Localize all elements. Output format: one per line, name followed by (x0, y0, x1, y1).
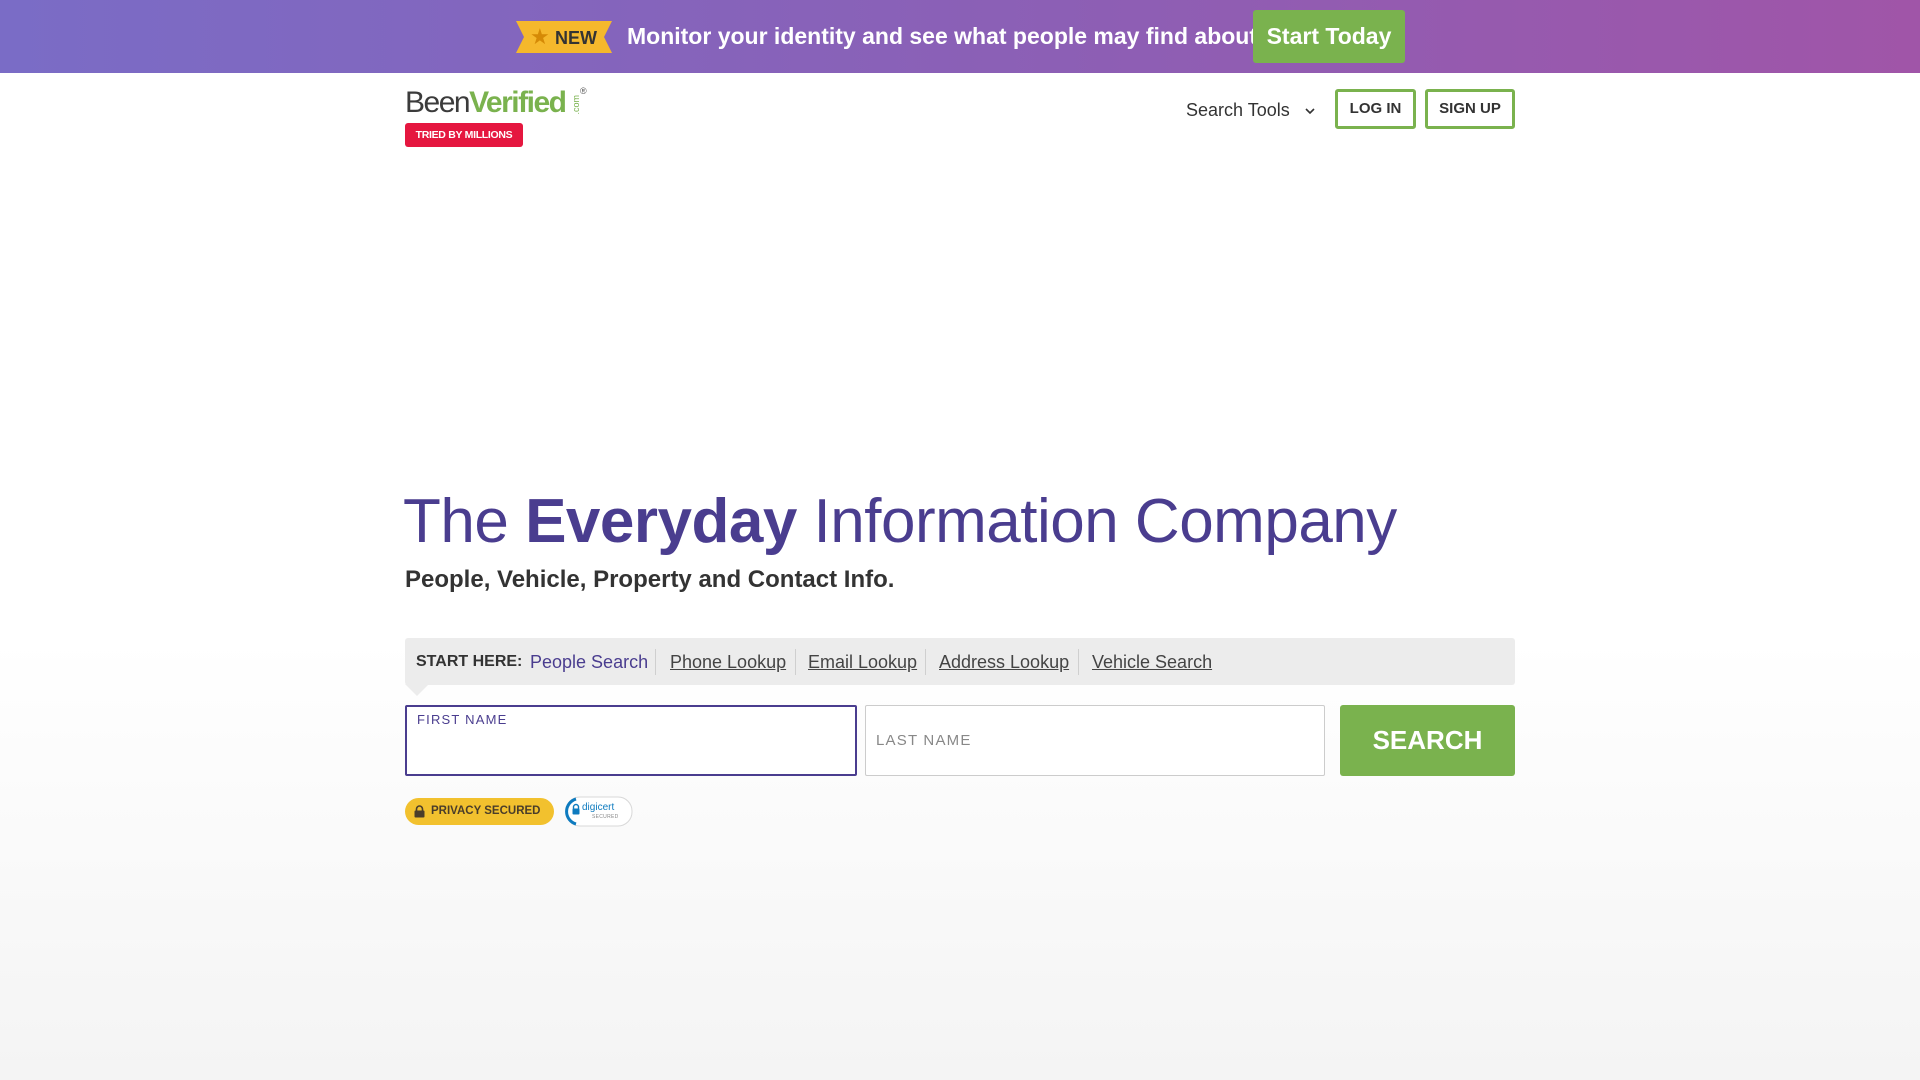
tab-divider (795, 649, 796, 675)
logo-wordmark: BeenVerified (405, 86, 567, 120)
logo-domain: .com (571, 95, 581, 115)
start-here-label: START HERE: (416, 653, 523, 670)
tab-people-search[interactable]: People Search (530, 650, 648, 674)
search-tools-dropdown[interactable]: Search Tools (1186, 98, 1317, 122)
first-name-input[interactable] (417, 738, 845, 766)
privacy-secured-badge: PRIVACY SECURED (405, 798, 554, 825)
chevron-down-icon (1305, 108, 1315, 115)
tab-vehicle-search[interactable]: Vehicle Search (1092, 650, 1212, 674)
hero-title-emphasis: Everyday (525, 487, 797, 556)
promo-message: Monitor your identity and see what peopl… (627, 23, 1312, 49)
hero-title: The Everyday Information Company (403, 482, 1397, 562)
tab-divider (1078, 649, 1079, 675)
search-tools-label: Search Tools (1186, 100, 1290, 120)
hero-title-suffix: Information Company (796, 487, 1398, 556)
tab-email-lookup[interactable]: Email Lookup (808, 650, 917, 674)
last-name-input[interactable] (876, 739, 1314, 767)
tab-divider (655, 649, 656, 675)
tab-divider (925, 649, 926, 675)
first-name-label: FIRST NAME (417, 712, 508, 727)
first-name-field[interactable]: FIRST NAME (405, 705, 857, 776)
tab-address-lookup[interactable]: Address Lookup (939, 650, 1069, 674)
digicert-seal[interactable]: digicert SECURED (560, 796, 634, 827)
hero-subtitle: People, Vehicle, Property and Contact In… (405, 566, 895, 593)
lock-icon (414, 805, 425, 818)
digicert-label: digicert (582, 802, 615, 813)
search-type-tabs: START HERE: People Search Phone Lookup E… (405, 638, 1515, 685)
new-ribbon-badge: ★ NEW (516, 21, 612, 53)
tab-phone-lookup[interactable]: Phone Lookup (670, 650, 786, 674)
search-button[interactable]: SEARCH (1340, 705, 1515, 776)
active-tab-pointer (405, 684, 429, 696)
login-button[interactable]: LOG IN (1335, 89, 1416, 129)
new-badge-label: NEW (555, 28, 597, 48)
beenverified-logo[interactable]: BeenVerified .com ® TRIED BY MILLIONS (405, 86, 587, 148)
star-icon: ★ (530, 24, 550, 49)
tried-by-millions-badge: TRIED BY MILLIONS (405, 123, 523, 147)
digicert-secured-label: SECURED (592, 814, 619, 820)
hero-title-prefix: The (403, 487, 526, 556)
logo-been-text: Been (405, 86, 471, 119)
privacy-secured-label: PRIVACY SECURED (431, 805, 541, 817)
start-today-button[interactable]: Start Today (1253, 10, 1405, 63)
signup-button[interactable]: SIGN UP (1425, 89, 1515, 129)
logo-verified-text: Verified (469, 86, 567, 119)
logo-registered-mark: ® (580, 86, 587, 96)
promo-banner: ★ NEW Monitor your identity and see what… (0, 0, 1920, 73)
last-name-field[interactable]: LAST NAME (865, 705, 1325, 776)
